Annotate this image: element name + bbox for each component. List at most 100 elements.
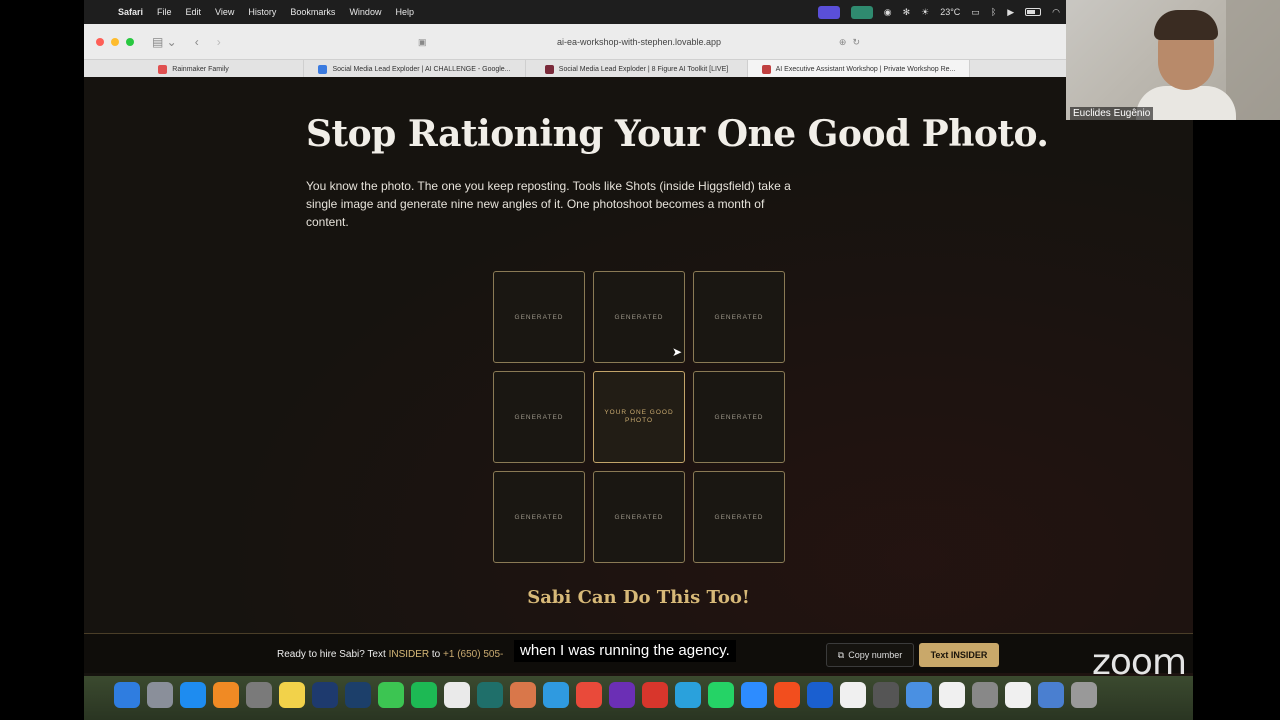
participant-name: Euclides Eugênio — [1070, 107, 1154, 120]
webcam-video[interactable]: Euclides Eugênio — [1066, 0, 1280, 120]
address-bar[interactable]: ▣ ai-ea-workshop-with-stephen.lovable.ap… — [414, 31, 864, 53]
photo-grid: GENERATED GENERATED GENERATED GENERATED … — [493, 271, 785, 563]
back-icon[interactable]: ‹ — [195, 35, 199, 49]
url-text: ai-ea-workshop-with-stephen.lovable.app — [556, 37, 722, 47]
address-bar-actions: ⊕ ↻ — [839, 37, 860, 48]
claude-icon[interactable] — [510, 682, 536, 708]
temperature-text: 23°C — [940, 7, 961, 17]
figma-icon[interactable] — [774, 682, 800, 708]
cta-text: Ready to hire Sabi? Text INSIDER to +1 (… — [277, 649, 503, 660]
zoom-window-icon[interactable] — [126, 37, 134, 46]
lightroom-classic-icon[interactable] — [345, 682, 371, 708]
messages-icon[interactable] — [378, 682, 404, 708]
app-store-icon[interactable] — [180, 682, 206, 708]
menu-help[interactable]: Help — [395, 7, 414, 17]
perplexity-icon[interactable] — [477, 682, 503, 708]
focus-icon[interactable]: ◉ — [884, 7, 892, 18]
reminders-icon[interactable] — [939, 682, 965, 708]
slack-icon[interactable] — [609, 682, 635, 708]
tab-overflow[interactable] — [970, 60, 1066, 78]
cta-middle: to — [429, 649, 444, 660]
zoom-status-icon[interactable] — [850, 5, 873, 19]
textedit-icon[interactable] — [1005, 682, 1031, 708]
whatsapp-icon[interactable] — [708, 682, 734, 708]
tab-lead-exploder-google[interactable]: Social Media Lead Exploder | AI CHALLENG… — [304, 60, 526, 78]
weather-icon[interactable]: ☀ — [921, 7, 929, 18]
tab-label: Social Media Lead Exploder | AI CHALLENG… — [332, 65, 511, 73]
menu-file[interactable]: File — [157, 7, 172, 17]
page-headline: Stop Rationing Your One Good Photo. — [306, 113, 1049, 155]
browser-toolbar: ▤ ⌄ ‹ › ▣ ai-ea-workshop-with-stephen.lo… — [84, 24, 1066, 59]
telegram-icon[interactable] — [675, 682, 701, 708]
chatgpt-icon[interactable] — [444, 682, 470, 708]
menu-bar: Safari File Edit View History Bookmarks … — [84, 0, 1066, 24]
notes-icon[interactable] — [279, 682, 305, 708]
launchpad-icon[interactable] — [147, 682, 173, 708]
page-settings-icon[interactable]: ▣ — [418, 37, 427, 48]
google-docs-icon — [318, 64, 328, 74]
chrome-icon[interactable] — [576, 682, 602, 708]
screenshot-icon[interactable] — [972, 682, 998, 708]
generated-tile: GENERATED — [493, 371, 585, 463]
generated-tile: GENERATED — [593, 471, 685, 563]
tab-bar: Rainmaker Family Social Media Lead Explo… — [84, 59, 1066, 78]
copy-number-button[interactable]: ⧉ Copy number — [826, 643, 914, 667]
creative-cloud-icon[interactable] — [642, 682, 668, 708]
window-controls — [96, 37, 134, 46]
safari-icon[interactable] — [543, 682, 569, 708]
preview-icon[interactable] — [906, 682, 932, 708]
screen-share-icon[interactable] — [817, 5, 840, 19]
battery-icon[interactable] — [1025, 8, 1042, 16]
menu-history[interactable]: History — [248, 7, 276, 17]
wifi-icon[interactable]: ◠ — [1052, 7, 1060, 18]
sidebar-toggle-icon[interactable]: ▤ ⌄ — [152, 35, 177, 49]
sync-icon[interactable]: ✻ — [903, 7, 911, 18]
calendar-icon[interactable] — [840, 682, 866, 708]
generated-tile: GENERATED — [493, 271, 585, 363]
status-area: ◉ ✻ ☀ 23°C ▭ ᛒ ▶ ◠ — [817, 0, 1060, 24]
sabi-heading: Sabi Can Do This Too! — [527, 587, 750, 608]
play-icon[interactable]: ▶ — [1007, 7, 1014, 18]
menu-edit[interactable]: Edit — [186, 7, 202, 17]
translate-icon[interactable]: ⊕ — [839, 37, 847, 48]
trash-icon[interactable] — [1071, 682, 1097, 708]
favicon-icon — [544, 64, 554, 74]
tab-ai-ea-workshop[interactable]: AI Executive Assistant Workshop | Privat… — [748, 60, 970, 78]
menu-bookmarks[interactable]: Bookmarks — [290, 7, 335, 17]
photoshop-icon[interactable] — [312, 682, 338, 708]
bluetooth-icon[interactable]: ᛒ — [991, 7, 996, 17]
1password-icon[interactable] — [807, 682, 833, 708]
tab-label: Rainmaker Family — [172, 65, 229, 73]
system-settings-icon[interactable] — [246, 682, 272, 708]
cta-keyword: INSIDER — [388, 649, 430, 660]
finder-icon[interactable] — [114, 682, 140, 708]
spotify-icon[interactable] — [411, 682, 437, 708]
minimize-window-icon[interactable] — [111, 37, 119, 46]
downloads-icon[interactable] — [1038, 682, 1064, 708]
tab-rainmaker-family[interactable]: Rainmaker Family — [84, 60, 304, 78]
web-page: Stop Rationing Your One Good Photo. You … — [84, 77, 1193, 680]
books-icon[interactable] — [213, 682, 239, 708]
dock-icons — [114, 682, 1097, 708]
display-icon[interactable]: ▭ — [971, 7, 980, 18]
calculator-icon[interactable] — [873, 682, 899, 708]
menu-app-name[interactable]: Safari — [118, 7, 143, 17]
original-photo-tile: YOUR ONE GOOD PHOTO — [593, 371, 685, 463]
generated-tile: GENERATED — [493, 471, 585, 563]
tab-label: AI Executive Assistant Workshop | Privat… — [775, 65, 956, 73]
generated-tile: GENERATED — [693, 371, 785, 463]
reload-icon[interactable]: ↻ — [852, 37, 860, 48]
generated-tile: GENERATED — [693, 471, 785, 563]
cta-phone[interactable]: +1 (650) 505- — [443, 649, 503, 660]
zoom-caption: when I was running the agency. — [514, 640, 736, 662]
copy-number-label: Copy number — [848, 650, 903, 660]
zoom-icon[interactable] — [741, 682, 767, 708]
close-window-icon[interactable] — [96, 37, 104, 46]
text-insider-button[interactable]: Text INSIDER — [919, 643, 999, 667]
menu-window[interactable]: Window — [349, 7, 381, 17]
favicon-icon — [158, 64, 168, 74]
menu-view[interactable]: View — [215, 7, 234, 17]
tab-lead-exploder-toolkit[interactable]: Social Media Lead Exploder | 8 Figure AI… — [526, 60, 748, 78]
dock — [84, 676, 1193, 720]
forward-icon[interactable]: › — [217, 35, 221, 49]
